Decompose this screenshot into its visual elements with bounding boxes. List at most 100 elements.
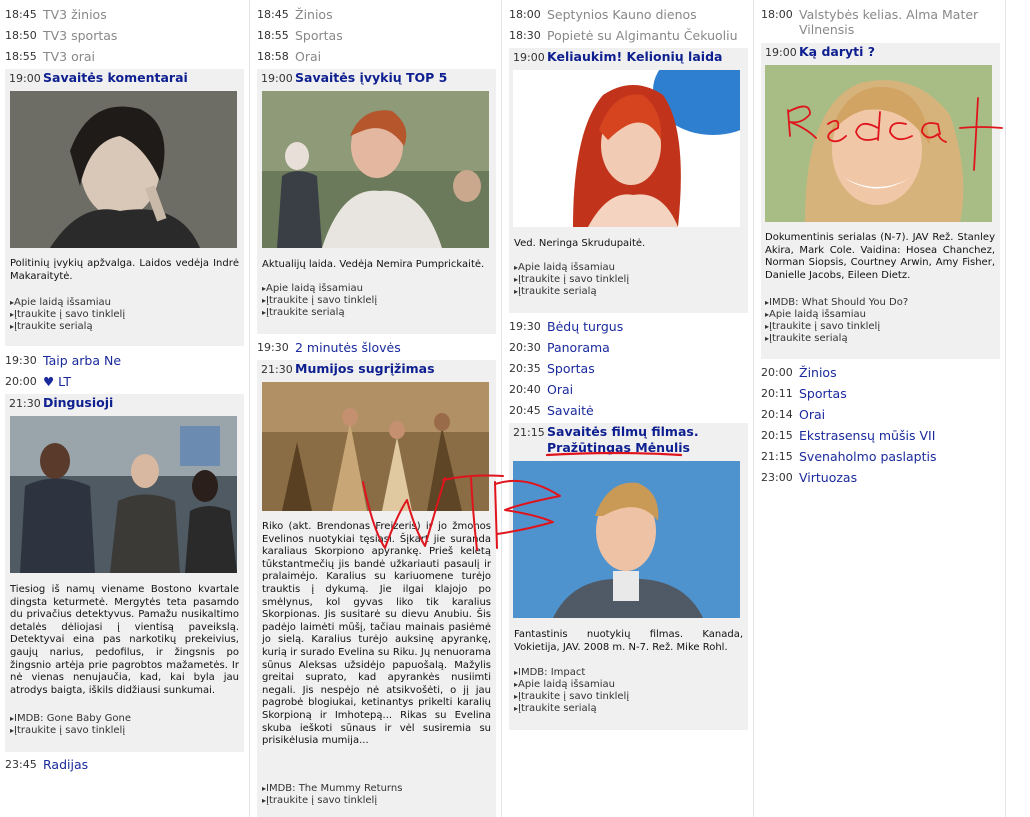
- program-row[interactable]: 20:35 Sportas: [504, 360, 753, 380]
- program-photo[interactable]: [262, 382, 489, 511]
- program-row[interactable]: 21:15 Svenaholmo paslaptis: [756, 448, 1005, 468]
- program-row[interactable]: 23:00 Virtuozas: [756, 469, 1005, 489]
- program-title[interactable]: Savaitės filmų filmas.: [547, 424, 699, 439]
- program-subtitle[interactable]: Pražūtingas Mėnulis: [547, 440, 690, 455]
- program-row[interactable]: 19:30 2 minutės šlovės: [252, 339, 501, 359]
- program-title[interactable]: Dingusioji: [43, 395, 113, 410]
- program-title[interactable]: Orai: [799, 407, 825, 422]
- program-row[interactable]: 18:58 Orai: [252, 48, 501, 68]
- add-to-grid-link[interactable]: Įtraukite į savo tinklelį: [10, 309, 125, 321]
- program-photo[interactable]: [513, 70, 740, 227]
- program-row[interactable]: 18:50 TV3 sportas: [0, 27, 249, 47]
- program-title[interactable]: Savaitė: [547, 403, 594, 418]
- program-row[interactable]: 18:30 Popietė su Algimantu Čekuoliu: [504, 27, 753, 47]
- add-to-grid-link[interactable]: Įtraukite į savo tinklelį: [10, 725, 131, 737]
- program-title[interactable]: Sportas: [295, 28, 343, 43]
- program-row[interactable]: 20:45 Savaitė: [504, 402, 753, 422]
- program-title[interactable]: Žinios: [295, 7, 333, 22]
- program-title[interactable]: Svenaholmo paslaptis: [799, 449, 937, 464]
- program-row[interactable]: 18:00 Valstybės kelias. Alma Mater Vilne…: [756, 6, 1005, 40]
- program-row[interactable]: 20:30 Panorama: [504, 339, 753, 359]
- program-time: 23:45: [5, 758, 37, 771]
- program-row[interactable]: 18:00 Septynios Kauno dienos: [504, 6, 753, 26]
- channel-column-1: 18:45 TV3 žinios 18:50 TV3 sportas 18:55…: [0, 0, 249, 817]
- program-title[interactable]: Panorama: [547, 340, 610, 355]
- program-row[interactable]: 23:45 Radijas: [0, 756, 249, 776]
- add-series-link[interactable]: Įtraukite serialą: [10, 321, 125, 333]
- program-title[interactable]: TV3 žinios: [43, 7, 107, 22]
- program-title[interactable]: Radijas: [43, 757, 88, 772]
- program-links: IMDB: The Mummy Returns Įtraukite į savo…: [262, 783, 402, 807]
- add-to-grid-link[interactable]: Įtraukite į savo tinklelį: [262, 795, 402, 807]
- imdb-link[interactable]: IMDB: Impact: [514, 667, 629, 679]
- program-title[interactable]: Sportas: [799, 386, 847, 401]
- add-series-link[interactable]: Įtraukite serialą: [765, 333, 908, 345]
- add-series-link[interactable]: Įtraukite serialą: [262, 307, 377, 319]
- program-photo[interactable]: [513, 461, 740, 618]
- program-time: 18:55: [257, 29, 289, 42]
- program-time: 20:30: [509, 341, 541, 354]
- add-series-link[interactable]: Įtraukite serialą: [514, 703, 629, 715]
- imdb-link[interactable]: IMDB: The Mummy Returns: [262, 783, 402, 795]
- about-program-link[interactable]: Apie laidą išsamiau: [765, 309, 908, 321]
- program-row[interactable]: 19:30 Bėdų turgus: [504, 318, 753, 338]
- about-program-link[interactable]: Apie laidą išsamiau: [514, 679, 629, 691]
- add-series-link[interactable]: Įtraukite serialą: [514, 286, 629, 298]
- program-title[interactable]: Sportas: [547, 361, 595, 376]
- about-program-link[interactable]: Apie laidą išsamiau: [514, 262, 629, 274]
- program-row[interactable]: 20:00 ♥ LT: [0, 373, 249, 393]
- program-time: 20:00: [5, 375, 37, 388]
- add-to-grid-link[interactable]: Įtraukite į savo tinklelį: [514, 691, 629, 703]
- add-to-grid-link[interactable]: Įtraukite į savo tinklelį: [765, 321, 908, 333]
- add-to-grid-link[interactable]: Įtraukite į savo tinklelį: [514, 274, 629, 286]
- program-title[interactable]: Savaitės įvykių TOP 5: [295, 70, 447, 85]
- program-row[interactable]: 20:40 Orai: [504, 381, 753, 401]
- program-time: 23:00: [761, 471, 793, 484]
- program-title[interactable]: Septynios Kauno dienos: [547, 7, 697, 22]
- program-title[interactable]: Žinios: [799, 365, 837, 380]
- program-links: IMDB: Gone Baby Gone Įtraukite į savo ti…: [10, 713, 131, 737]
- program-photo[interactable]: [10, 416, 237, 573]
- program-title[interactable]: Popietė su Algimantu Čekuoliu: [547, 28, 738, 43]
- program-title[interactable]: Bėdų turgus: [547, 319, 623, 334]
- program-title[interactable]: Virtuozas: [799, 470, 857, 485]
- program-row[interactable]: 18:45 TV3 žinios: [0, 6, 249, 26]
- featured-program: 21:30 Dingusioji Tiesiog iš namų viename…: [5, 394, 244, 752]
- program-row[interactable]: 20:11 Sportas: [756, 385, 1005, 405]
- program-row[interactable]: 18:55 TV3 orai: [0, 48, 249, 68]
- program-title[interactable]: Valstybės kelias. Alma Mater Vilnensis: [799, 7, 999, 37]
- program-title[interactable]: Ekstrasensų mūšis VII: [799, 428, 935, 443]
- about-program-link[interactable]: Apie laidą išsamiau: [10, 297, 125, 309]
- program-title[interactable]: 2 minutės šlovės: [295, 340, 401, 355]
- program-photo[interactable]: [10, 91, 237, 248]
- program-row[interactable]: 18:55 Sportas: [252, 27, 501, 47]
- program-row[interactable]: 18:45 Žinios: [252, 6, 501, 26]
- program-row[interactable]: 20:14 Orai: [756, 406, 1005, 426]
- program-links: Apie laidą išsamiau Įtraukite į savo tin…: [10, 297, 125, 333]
- program-description: Riko (akt. Brendonas Freizeris) ir jo žm…: [262, 521, 491, 747]
- add-to-grid-link[interactable]: Įtraukite į savo tinklelį: [262, 295, 377, 307]
- program-title[interactable]: Savaitės komentarai: [43, 70, 188, 85]
- program-title[interactable]: TV3 sportas: [43, 28, 117, 43]
- program-row[interactable]: 20:15 Ekstrasensų mūšis VII: [756, 427, 1005, 447]
- program-title[interactable]: Mumijos sugrįžimas: [295, 361, 435, 376]
- program-time: 20:45: [509, 404, 541, 417]
- program-photo[interactable]: [262, 91, 489, 248]
- imdb-link[interactable]: IMDB: Gone Baby Gone: [10, 713, 131, 725]
- program-photo[interactable]: [765, 65, 992, 222]
- program-title[interactable]: Ką daryti ?: [799, 44, 875, 59]
- program-time: 18:58: [257, 50, 289, 63]
- program-title[interactable]: TV3 orai: [43, 49, 95, 64]
- program-title[interactable]: ♥ LT: [43, 374, 71, 389]
- program-title[interactable]: Orai: [295, 49, 321, 64]
- featured-program: 19:00 Keliaukim! Kelionių laida Ved. Ner…: [509, 48, 748, 313]
- featured-program: 21:15 Savaitės filmų filmas. Pražūtingas…: [509, 423, 748, 730]
- program-time: 20:14: [761, 408, 793, 421]
- program-title[interactable]: Orai: [547, 382, 573, 397]
- program-title[interactable]: Taip arba Ne: [43, 353, 121, 368]
- program-title[interactable]: Keliaukim! Kelionių laida: [547, 49, 722, 64]
- program-row[interactable]: 19:30 Taip arba Ne: [0, 352, 249, 372]
- program-row[interactable]: 20:00 Žinios: [756, 364, 1005, 384]
- imdb-link[interactable]: IMDB: What Should You Do?: [765, 297, 908, 309]
- about-program-link[interactable]: Apie laidą išsamiau: [262, 283, 377, 295]
